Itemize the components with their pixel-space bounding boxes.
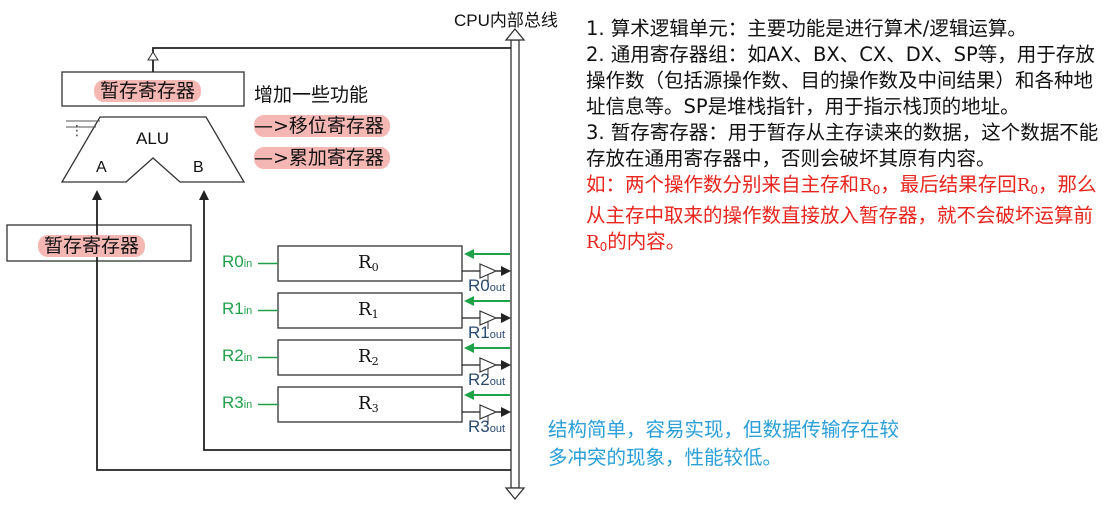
- register-out-signal-sub: out: [489, 376, 506, 388]
- register-out-signal: R0out: [468, 276, 505, 296]
- register-out-signal-sub: out: [489, 423, 506, 435]
- register-in-signal: R2in: [222, 346, 252, 366]
- register-in-signal: R3in: [222, 393, 252, 413]
- notes-panel: 1. 算术逻辑单元：主要功能是进行算术/逻辑运算。 2. 通用寄存器组：如AX、…: [586, 16, 1111, 260]
- register-out-signal-name: R0: [468, 276, 490, 295]
- temp-register-left-text: 暂存寄存器: [38, 235, 146, 257]
- alu-addon-title: 增加一些功能: [254, 84, 369, 106]
- wire-bus-to-temp-register: [147, 47, 511, 72]
- register-in-signal-name: R0: [222, 252, 244, 271]
- register-name-letter: R: [358, 346, 372, 367]
- register-name: R1: [358, 299, 379, 321]
- register-name: R3: [358, 393, 379, 415]
- note-example: 如：两个操作数分别来自主存和R0，最后结果存回R0，那么从主存中取来的操作数直接…: [586, 172, 1111, 260]
- register-name-index: 2: [371, 354, 379, 368]
- register-name: R0: [358, 252, 379, 274]
- register-out-signal-sub: out: [489, 329, 506, 341]
- register-name-index: 3: [371, 401, 379, 415]
- alu-label: ALU: [136, 129, 170, 148]
- alu-input-a-label: A: [96, 159, 107, 176]
- alu-addon-item-acc-text: —>累加寄存器: [254, 147, 390, 169]
- register-out-signal: R2out: [468, 370, 505, 390]
- bus-label: CPU内部总线: [454, 11, 558, 30]
- register-out-signal-name: R2: [468, 370, 490, 389]
- register-out-signal-name: R1: [468, 323, 490, 342]
- register-name-letter: R: [358, 393, 372, 414]
- register-in-signal: R1in: [222, 299, 252, 319]
- summary-text: 结构简单，容易实现，但数据传输存在较多冲突的现象，性能较低。: [548, 418, 900, 469]
- register-in-signal-name: R3: [222, 393, 244, 412]
- note-example-reg2: R: [1016, 175, 1031, 196]
- note-gpr: 2. 通用寄存器组：如AX、BX、CX、DX、SP等，用于存放操作数（包括源操作…: [586, 43, 1095, 118]
- alu-addon-item-shift: —>移位寄存器: [254, 111, 390, 138]
- note-example-reg1: R: [859, 175, 873, 196]
- register-name-index: 1: [371, 307, 379, 321]
- register-out-signal-sub: out: [489, 282, 506, 294]
- register-in-signal-sub: in: [243, 399, 253, 411]
- alu-addon-item-shift-text: —>移位寄存器: [254, 115, 390, 137]
- note-example-part2: ，最后结果存回: [880, 173, 1017, 196]
- register-name-index: 0: [371, 260, 379, 274]
- register-in-signal-sub: in: [243, 258, 253, 270]
- register-in-signal: R0in: [222, 252, 252, 272]
- temp-register-left-label: 暂存寄存器: [38, 231, 146, 258]
- alu-ellipsis: ⋮: [70, 123, 84, 139]
- register-name-letter: R: [358, 299, 372, 320]
- register-in-signal-sub: in: [243, 352, 253, 364]
- temp-register-top-text: 暂存寄存器: [94, 80, 202, 102]
- register-out-signal: R3out: [468, 417, 505, 437]
- alu-input-b-label: B: [193, 159, 204, 176]
- note-example-part4: 的内容。: [607, 230, 686, 254]
- register-out-signal-name: R3: [468, 417, 490, 436]
- note-example-part1: 如：两个操作数分别来自主存和: [586, 173, 860, 196]
- register-in-signal-name: R2: [222, 346, 244, 365]
- register-name-letter: R: [358, 252, 372, 273]
- register-in-signal-sub: in: [243, 305, 253, 317]
- register-out-signal: R1out: [468, 323, 505, 343]
- register-in-signal-name: R1: [222, 299, 244, 318]
- note-alu: 1. 算术逻辑单元：主要功能是进行算术/逻辑运算。: [586, 17, 1027, 40]
- register-name: R2: [358, 346, 379, 368]
- note-example-reg3: R: [586, 232, 600, 254]
- temp-register-top-label: 暂存寄存器: [94, 76, 202, 103]
- cpu-internal-bus: [504, 27, 526, 501]
- note-temp: 3. 暂存寄存器：用于暂存从主存读来的数据，这个数据不能存放在通用寄存器中，否则…: [586, 121, 1099, 170]
- alu-addon-item-acc: —>累加寄存器: [254, 143, 390, 170]
- note-example-reg2-sub: 0: [1030, 183, 1039, 198]
